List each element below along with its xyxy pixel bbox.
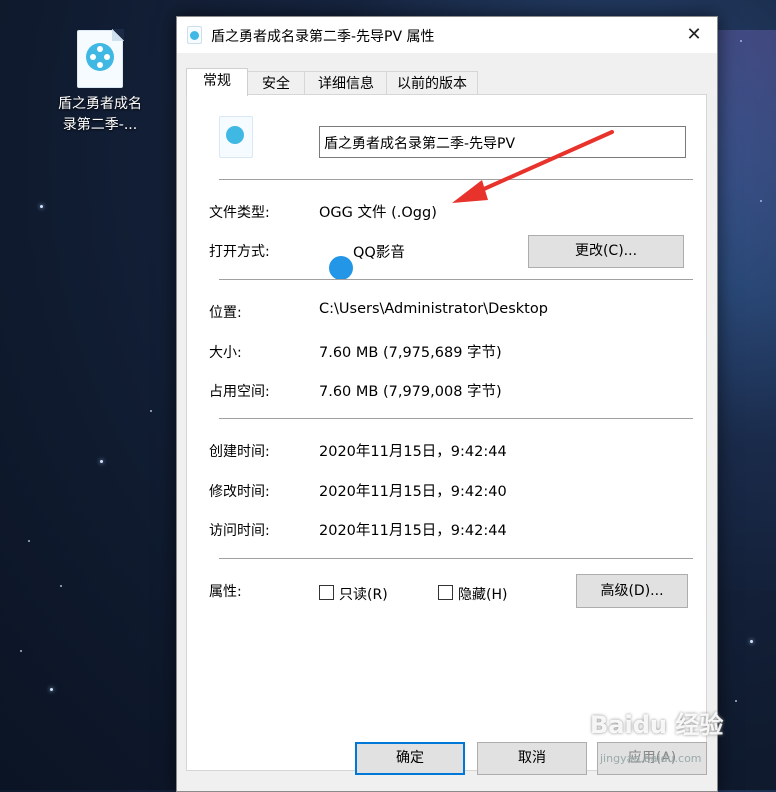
annotation-arrow: [452, 130, 614, 203]
tab-general[interactable]: 常规: [186, 68, 248, 96]
baidu-watermark: Baidu 经验: [590, 711, 724, 739]
baidu-watermark-url: jingyan.baidu.com: [600, 752, 702, 765]
